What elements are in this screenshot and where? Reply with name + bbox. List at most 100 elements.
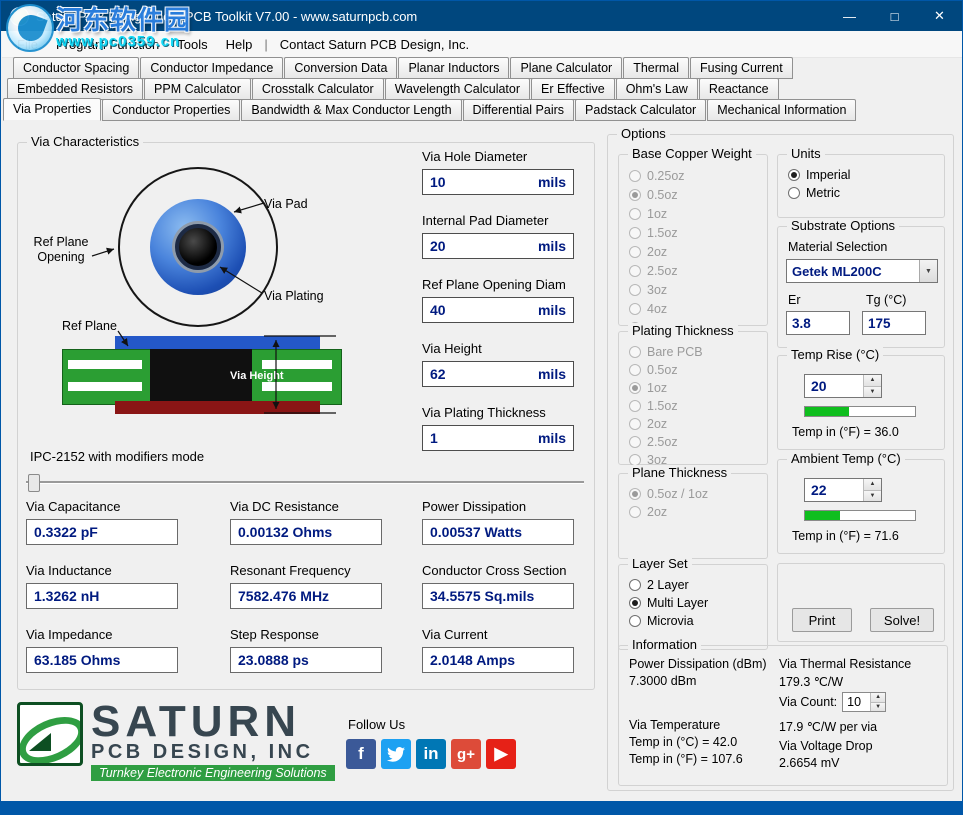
units-group: Units ImperialMetric (777, 154, 945, 218)
menu-bar: File Program Function Tools Help | Conta… (2, 31, 962, 58)
tab-ppm-calculator[interactable]: PPM Calculator (144, 78, 251, 100)
radio-metric[interactable]: Metric (778, 184, 944, 202)
radio-label: 2oz (647, 505, 667, 519)
tab-conductor-properties[interactable]: Conductor Properties (102, 99, 240, 121)
app-window: Saturn PCB Design Inc. - PCB Toolkit V7.… (0, 0, 963, 815)
result-conductor-cross-section[interactable]: 34.5575 Sq.mils (422, 583, 574, 609)
result-cell: Via DC Resistance0.00132 Ohms (230, 499, 422, 563)
tab-conductor-impedance[interactable]: Conductor Impedance (140, 57, 283, 79)
tab-mechanical-information[interactable]: Mechanical Information (707, 99, 856, 121)
spinner-up-icon[interactable] (864, 479, 881, 490)
solve-button[interactable]: Solve! (870, 608, 934, 632)
field-label: Via Hole Diameter (422, 149, 576, 164)
tab-padstack-calculator[interactable]: Padstack Calculator (575, 99, 706, 121)
ambient-temp-stepper[interactable]: 22 (804, 478, 882, 502)
menu-program-function[interactable]: Program Function (47, 34, 168, 55)
facebook-icon[interactable]: f (346, 739, 376, 769)
spinner-down-icon[interactable] (864, 386, 881, 398)
spinner-down-icon[interactable] (864, 490, 881, 502)
tab-conversion-data[interactable]: Conversion Data (284, 57, 397, 79)
tab-conductor-spacing[interactable]: Conductor Spacing (13, 57, 139, 79)
mode-slider-track[interactable] (26, 481, 584, 483)
er-field[interactable]: 3.8 (786, 311, 850, 335)
tab-plane-calculator[interactable]: Plane Calculator (510, 57, 622, 79)
tg-field[interactable]: 175 (862, 311, 926, 335)
spinner-up-icon[interactable] (871, 693, 885, 702)
mode-slider[interactable] (26, 473, 584, 491)
radio-label: 0.5oz (647, 188, 678, 202)
units-title: Units (787, 146, 825, 161)
tab-thermal[interactable]: Thermal (623, 57, 689, 79)
spinner-up-icon[interactable] (864, 375, 881, 386)
menu-file[interactable]: File (8, 34, 47, 55)
result-via-inductance[interactable]: 1.3262 nH (26, 583, 178, 609)
material-select[interactable]: Getek ML200C (786, 259, 938, 283)
input-block: Via Plating Thickness1mils (422, 405, 576, 451)
tab-crosstalk-calculator[interactable]: Crosstalk Calculator (252, 78, 384, 100)
information-group: Information Power Dissipation (dBm) 7.30… (618, 645, 948, 786)
tab-er-effective[interactable]: Er Effective (531, 78, 615, 100)
radio-2-layer[interactable]: 2 Layer (619, 576, 767, 594)
result-step-response[interactable]: 23.0888 ps (230, 647, 382, 673)
twitter-icon[interactable] (381, 739, 411, 769)
tab-fusing-current[interactable]: Fusing Current (690, 57, 793, 79)
tab-ohm-s-law[interactable]: Ohm's Law (616, 78, 698, 100)
field-value: 1 (430, 430, 438, 446)
spinner-down-icon[interactable] (871, 702, 885, 712)
tab-differential-pairs[interactable]: Differential Pairs (463, 99, 574, 121)
units-options: ImperialMetric (778, 155, 944, 202)
result-resonant-frequency[interactable]: 7582.476 MHz (230, 583, 382, 609)
input-via-height[interactable]: 62mils (422, 361, 574, 387)
youtube-icon[interactable]: ▶ (486, 739, 516, 769)
result-via-impedance[interactable]: 63.185 Ohms (26, 647, 178, 673)
result-via-current[interactable]: 2.0148 Amps (422, 647, 574, 673)
tab-embedded-resistors[interactable]: Embedded Resistors (7, 78, 143, 100)
plane-thickness-options: 0.5oz / 1oz2oz (619, 474, 767, 521)
tab-planar-inductors[interactable]: Planar Inductors (398, 57, 509, 79)
plane-cutout (262, 360, 332, 369)
via-count-stepper[interactable]: 10 (842, 692, 886, 712)
input-via-plating-thickness[interactable]: 1mils (422, 425, 574, 451)
result-power-dissipation[interactable]: 0.00537 Watts (422, 519, 574, 545)
menu-contact[interactable]: Contact Saturn PCB Design, Inc. (271, 34, 478, 55)
result-cell: Via Inductance1.3262 nH (26, 563, 230, 627)
result-via-dc-resistance[interactable]: 0.00132 Ohms (230, 519, 382, 545)
tab-row-2: Embedded ResistorsPPM CalculatorCrosstal… (2, 79, 962, 100)
via-height-label: Via Height (230, 370, 284, 382)
radio-icon[interactable] (629, 579, 641, 591)
input-internal-pad-diameter[interactable]: 20mils (422, 233, 574, 259)
minimize-button[interactable]: — (827, 1, 872, 31)
layer-set-options: 2 LayerMulti LayerMicrovia (619, 565, 767, 630)
tab-wavelength-calculator[interactable]: Wavelength Calculator (385, 78, 530, 100)
linkedin-icon[interactable]: in (416, 739, 446, 769)
input-ref-plane-opening-diam[interactable]: 40mils (422, 297, 574, 323)
radio-multi-layer[interactable]: Multi Layer (619, 594, 767, 612)
menu-tools[interactable]: Tools (168, 34, 216, 55)
print-button[interactable]: Print (792, 608, 852, 632)
result-via-capacitance[interactable]: 0.3322 pF (26, 519, 178, 545)
ambient-temp-group: Ambient Temp (°C) 22 Temp in (°F) = 71.6 (777, 459, 945, 554)
radio-0-25oz: 0.25oz (619, 166, 767, 185)
maximize-button[interactable]: □ (872, 1, 917, 31)
tab-bandwidth-max-conductor-length[interactable]: Bandwidth & Max Conductor Length (241, 99, 461, 121)
radio-icon[interactable] (788, 169, 800, 181)
menu-help[interactable]: Help (217, 34, 262, 55)
mode-slider-thumb[interactable] (28, 474, 40, 492)
radio-icon (629, 208, 641, 220)
temp-rise-stepper[interactable]: 20 (804, 374, 882, 398)
tab-reactance[interactable]: Reactance (699, 78, 779, 100)
input-via-hole-diameter[interactable]: 10mils (422, 169, 574, 195)
radio-icon[interactable] (629, 615, 641, 627)
radio-microvia[interactable]: Microvia (619, 612, 767, 630)
radio-icon[interactable] (788, 187, 800, 199)
tab-row-3: Via PropertiesConductor PropertiesBandwi… (2, 100, 962, 121)
chevron-down-icon[interactable] (919, 260, 937, 282)
tab-via-properties[interactable]: Via Properties (3, 98, 101, 121)
logo-name: SATURN (91, 702, 335, 742)
result-cell: Conductor Cross Section34.5575 Sq.mils (422, 563, 588, 627)
close-button[interactable]: ✕ (917, 1, 962, 31)
tab-row-1: Conductor SpacingConductor ImpedanceConv… (2, 58, 962, 79)
radio-imperial[interactable]: Imperial (778, 166, 944, 184)
googleplus-icon[interactable]: g+ (451, 739, 481, 769)
radio-icon[interactable] (629, 597, 641, 609)
